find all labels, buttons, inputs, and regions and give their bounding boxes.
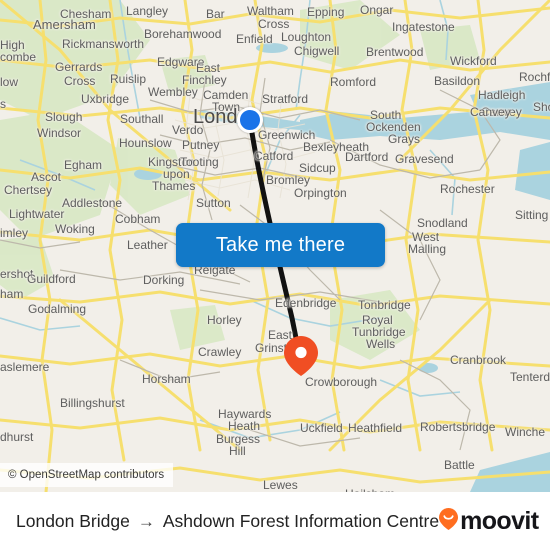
map-label: Chertsey xyxy=(4,183,53,197)
map-label: Amersham xyxy=(33,17,96,32)
map-label: Stratford xyxy=(262,92,309,106)
map-label: Windsor xyxy=(37,126,82,140)
map-label: Godalming xyxy=(28,302,87,316)
moovit-wordmark: moovit xyxy=(460,506,539,535)
map-label: Billingshurst xyxy=(60,396,125,410)
map-label: Crawley xyxy=(198,345,242,359)
map-label: Horsham xyxy=(142,372,191,386)
map-label: Battle xyxy=(444,458,475,472)
map-label: Slough xyxy=(45,110,83,124)
map-label: imley xyxy=(0,226,29,240)
map-label: Rochester xyxy=(440,182,495,196)
map-label: Dorking xyxy=(143,273,185,287)
map-label: Ruislip xyxy=(110,72,147,86)
arrow-right-icon: → xyxy=(137,511,155,531)
map-label: Borehamwood xyxy=(144,27,222,41)
origin-dot[interactable] xyxy=(237,107,263,133)
map-label: Crowborough xyxy=(305,375,378,389)
map-label: Langley xyxy=(126,4,169,18)
map-label: Waltham xyxy=(247,4,294,18)
map-label: Wells xyxy=(366,337,396,351)
origin-label: London Bridge xyxy=(16,510,130,531)
trip-footer: London Bridge → Ashdown Forest Informati… xyxy=(0,492,550,550)
map-label: Leather xyxy=(127,238,168,252)
map-label: Malling xyxy=(408,242,447,256)
map-label: Catford xyxy=(254,149,294,163)
map-label: aslemere xyxy=(0,360,50,374)
map-label: Sho xyxy=(533,100,550,114)
map-label: Hounslow xyxy=(119,136,172,150)
map-label: Robertsbridge xyxy=(420,420,496,434)
map-label: Cobham xyxy=(115,212,161,226)
map-label: Snodland xyxy=(417,216,468,230)
map-label: Bromley xyxy=(266,173,311,187)
map-label: Chigwell xyxy=(294,44,340,58)
map-label: Enfield xyxy=(236,32,273,46)
map-label: Ascot xyxy=(31,170,62,184)
map-view[interactable]: Chesham Langley Bar Waltham Cross Epping Ongar… xyxy=(0,0,550,492)
map-label: Heath xyxy=(228,419,261,433)
map-label: Sitting xyxy=(515,208,549,222)
map-label: Rickmansworth xyxy=(62,37,145,51)
map-label: Woking xyxy=(55,222,95,236)
map-label: Egham xyxy=(64,158,103,172)
map-label: Tonbridge xyxy=(358,298,411,312)
moovit-logo[interactable]: moovit xyxy=(439,506,539,535)
map-label: Uckfield xyxy=(300,421,343,435)
map-label: Addlestone xyxy=(62,196,123,210)
map-label: combe xyxy=(0,50,37,64)
map-label: Putney xyxy=(182,138,220,152)
moovit-trip-card: Chesham Langley Bar Waltham Cross Epping Ongar… xyxy=(0,0,550,550)
osm-attribution[interactable]: © OpenStreetMap contributors xyxy=(0,463,174,487)
map-label: Winche xyxy=(505,425,546,439)
map-label: Wickford xyxy=(450,54,497,68)
map-label: Dartford xyxy=(345,150,389,164)
destination-pin[interactable] xyxy=(284,336,318,376)
map-label: Gerrards xyxy=(55,60,103,74)
map-label: Sutton xyxy=(196,196,231,210)
destination-label: Ashdown Forest Information Centre xyxy=(162,510,440,531)
map-label: Basildon xyxy=(434,74,481,88)
map-label: ham xyxy=(0,287,24,301)
map-label: Hadleigh xyxy=(478,88,526,102)
map-label: Orpington xyxy=(294,186,347,200)
map-label: Thames xyxy=(152,179,196,193)
map-label: Guildford xyxy=(27,272,76,286)
map-label: Gravesend xyxy=(395,152,454,166)
moovit-pin-icon xyxy=(439,507,459,535)
map-label: Tooting xyxy=(180,155,219,169)
map-label: Ingatestone xyxy=(392,20,455,34)
map-label: Cranbrook xyxy=(450,353,507,367)
map-label: Grays xyxy=(388,132,421,146)
map-label: Epping xyxy=(307,5,345,19)
map-label: Lewes xyxy=(263,478,298,492)
map-label: Heathfield xyxy=(348,421,403,435)
map-label: Lightwater xyxy=(9,207,65,221)
map-label: Wembley xyxy=(148,85,198,99)
map-label: Tenterde xyxy=(510,370,550,384)
map-label: low xyxy=(0,75,19,89)
take-me-there-button[interactable]: Take me there xyxy=(176,223,385,267)
map-label: Edenbridge xyxy=(275,296,337,310)
map-label: Rochford xyxy=(519,70,550,84)
map-label: Horley xyxy=(207,313,242,327)
map-label: Cross xyxy=(258,17,290,31)
map-label: Loughton xyxy=(281,30,332,44)
map-label: Southall xyxy=(120,112,164,126)
map-label: Hill xyxy=(229,444,246,458)
map-label: Ongar xyxy=(360,3,394,17)
map-label: Brentwood xyxy=(366,45,424,59)
map-label: Bar xyxy=(206,7,225,21)
map-label: Cross xyxy=(64,74,96,88)
map-label: Canvey xyxy=(470,105,511,119)
map-label: Uxbridge xyxy=(81,92,130,106)
map-label: dhurst xyxy=(0,430,34,444)
map-label: s xyxy=(0,97,6,111)
map-label: Romford xyxy=(330,75,377,89)
